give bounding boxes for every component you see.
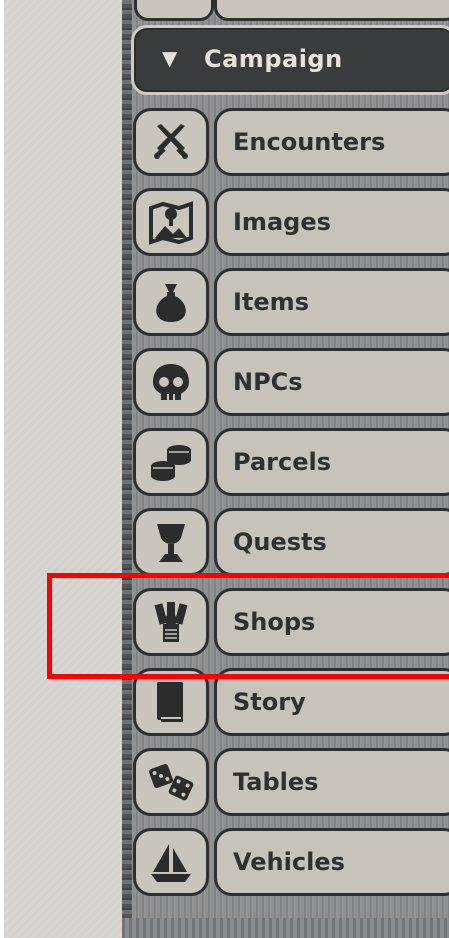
sidebar-item-label-box[interactable]: Parcels (214, 428, 449, 496)
goblet-icon[interactable] (133, 508, 209, 576)
sidebar-item-label: Items (233, 288, 309, 316)
sidebar-item-encounters[interactable]: Encounters (131, 106, 449, 183)
campaign-header[interactable]: ▼ Campaign (131, 25, 449, 95)
sidebar-item-label: Tables (233, 768, 319, 796)
sidebar-item-label: Encounters (233, 128, 386, 156)
skull-icon[interactable] (133, 348, 209, 416)
sidebar-item-label-box[interactable]: Story (214, 668, 449, 736)
sidebar-item-label-box[interactable]: NPCs (214, 348, 449, 416)
coins-icon[interactable] (133, 428, 209, 496)
sidebar-item-label-box[interactable]: Encounters (214, 108, 449, 176)
left-edge (0, 0, 4, 938)
collapse-arrow-icon[interactable]: ▼ (162, 46, 177, 70)
left-panel (0, 0, 122, 938)
map-pin-icon[interactable] (133, 188, 209, 256)
sidebar-item-label: Story (233, 688, 306, 716)
crossed-swords-icon[interactable] (133, 108, 209, 176)
sidebar-item-story[interactable]: Story (131, 666, 449, 743)
sidebar-item-tables[interactable]: Tables (131, 746, 449, 823)
sidebar-item-label: Vehicles (233, 848, 345, 876)
book-icon[interactable] (133, 668, 209, 736)
ship-icon[interactable] (133, 828, 209, 896)
sidebar-item-label-box[interactable]: Tables (214, 748, 449, 816)
sidebar-item-label: NPCs (233, 368, 303, 396)
top-cutoff-label-button[interactable] (214, 0, 449, 21)
sidebar-item-npcs[interactable]: NPCs (131, 346, 449, 423)
sidebar-item-label-box[interactable]: Vehicles (214, 828, 449, 896)
sidebar-item-vehicles[interactable]: Vehicles (131, 826, 449, 903)
sidebar-item-label: Parcels (233, 448, 331, 476)
sidebar-item-items[interactable]: Items (131, 266, 449, 343)
sidebar-item-label: Shops (233, 608, 316, 636)
top-cutoff-icon-button[interactable] (134, 0, 214, 21)
sack-icon[interactable] (133, 268, 209, 336)
sidebar-item-images[interactable]: Images (131, 186, 449, 263)
sidebar-bottom-texture (122, 918, 449, 938)
dice-icon[interactable] (133, 748, 209, 816)
sidebar-item-label-box[interactable]: Shops (214, 588, 449, 656)
sidebar-item-label-box[interactable]: Items (214, 268, 449, 336)
sidebar-item-label: Quests (233, 528, 327, 556)
sidebar-item-shops[interactable]: Shops (131, 586, 449, 663)
sidebar-item-label: Images (233, 208, 331, 236)
sidebar-item-label-box[interactable]: Images (214, 188, 449, 256)
campaign-label: Campaign (204, 45, 343, 73)
shopkeeper-icon[interactable] (133, 588, 209, 656)
sidebar-item-label-box[interactable]: Quests (214, 508, 449, 576)
sidebar-item-quests[interactable]: Quests (131, 506, 449, 583)
sidebar-item-parcels[interactable]: Parcels (131, 426, 449, 503)
